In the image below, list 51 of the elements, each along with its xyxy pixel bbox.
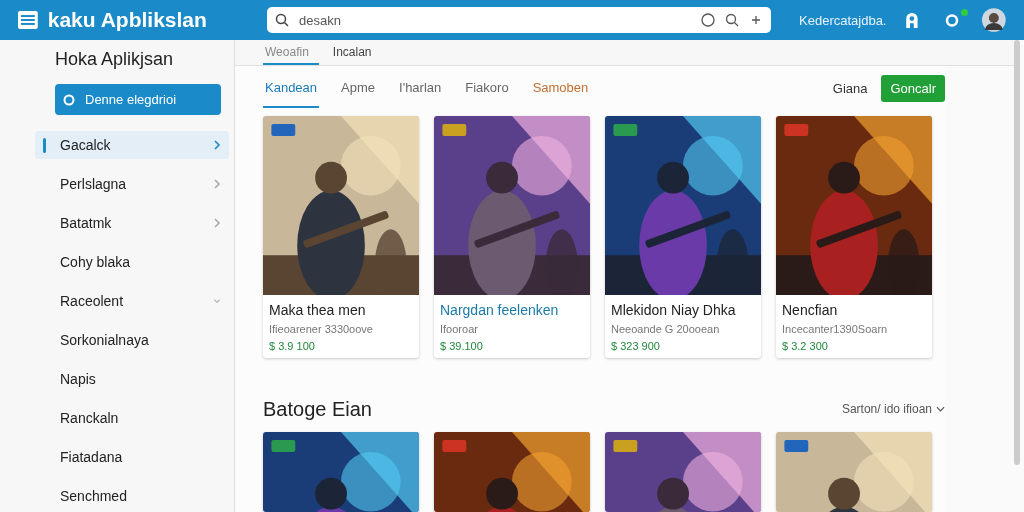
search-icon[interactable] (725, 13, 740, 27)
app-price: $ 323 900 (611, 340, 661, 352)
app-title: Mlekidon Niay Dhka (611, 302, 737, 318)
app-card[interactable]: Nencfian Incecanter1390Soarn $ 3.2 300 (776, 116, 932, 358)
app-subtitle: Ifieoarener 3330oove (269, 323, 374, 335)
chevron-down-icon (936, 406, 945, 412)
category-tab[interactable]: Fiakoro (463, 68, 511, 108)
chevron-right-icon[interactable] (213, 139, 221, 151)
chevron-right-icon[interactable] (213, 217, 221, 229)
app-subtitle: Ifooroar (440, 323, 479, 335)
sidebar-item[interactable]: Ranckaln (35, 404, 229, 432)
app-card[interactable]: Maka thea men Ifieoarener 3330oove $ 3.9 100 (263, 116, 419, 358)
section-title: Batoge Eian (263, 397, 372, 421)
category-tab[interactable]: Kandean (263, 68, 320, 108)
sidebar-item[interactable]: Sorkonialnaya (35, 326, 229, 354)
app-card[interactable]: Nargdan feelenken Ifooroar $ 39.100 (434, 116, 590, 358)
category-tab[interactable]: Samoben (530, 68, 591, 108)
sidebar-item[interactable]: Raceolent (35, 287, 229, 315)
category-tab[interactable]: I'harlan (397, 68, 444, 108)
circle-icon (63, 93, 75, 106)
primary-button[interactable]: Denne elegdrioi (55, 84, 221, 115)
app-card[interactable]: Mlekidon Niay Dhka Neeoande G 20ooean $ 323 900 (605, 116, 761, 358)
chevron-right-icon[interactable] (213, 178, 221, 190)
app-subtitle: Incecanter1390Soarn (782, 323, 889, 335)
sort-dropdown[interactable]: Sarton/ ido ifioan (841, 402, 945, 416)
sidebar-item[interactable]: Perlslagna (35, 170, 229, 198)
app-title: Maka thea men (269, 302, 367, 318)
app-subtitle: Neeoande G 20ooean (611, 323, 721, 335)
sidebar-item[interactable]: Batatmk (35, 209, 229, 237)
search-bar[interactable]: desakn (267, 7, 772, 33)
app-price: $ 3.2 300 (782, 340, 829, 352)
app-title: Nencfian (782, 302, 839, 318)
sidebar-item[interactable]: Fiatadana (35, 443, 229, 471)
sidebar-title: Hoka Aplikjsan (55, 48, 175, 70)
app-title: Nargdan feelenken (440, 302, 560, 318)
app-title: kaku Apblikslan (47, 8, 208, 32)
app-price: $ 3.9 100 (269, 340, 316, 352)
menu-icon[interactable] (18, 11, 38, 29)
avatar[interactable] (982, 8, 1006, 32)
tab[interactable]: Incalan (330, 40, 382, 65)
search-icon (275, 13, 290, 27)
scrollbar[interactable] (1014, 40, 1020, 465)
account-label[interactable]: Kedercatajdba. (799, 12, 887, 28)
sidebar-item[interactable]: Napis (35, 365, 229, 393)
sidebar-item[interactable]: Gacalck (35, 131, 229, 159)
sidebar-item[interactable]: Senchmed (35, 482, 229, 510)
link[interactable]: Giana (826, 79, 874, 97)
app-price: $ 39.100 (440, 340, 484, 352)
sidebar-item[interactable]: Cohy blaka (35, 248, 229, 276)
category-tab[interactable]: Apme (339, 68, 378, 108)
notification-icon[interactable] (944, 11, 961, 29)
